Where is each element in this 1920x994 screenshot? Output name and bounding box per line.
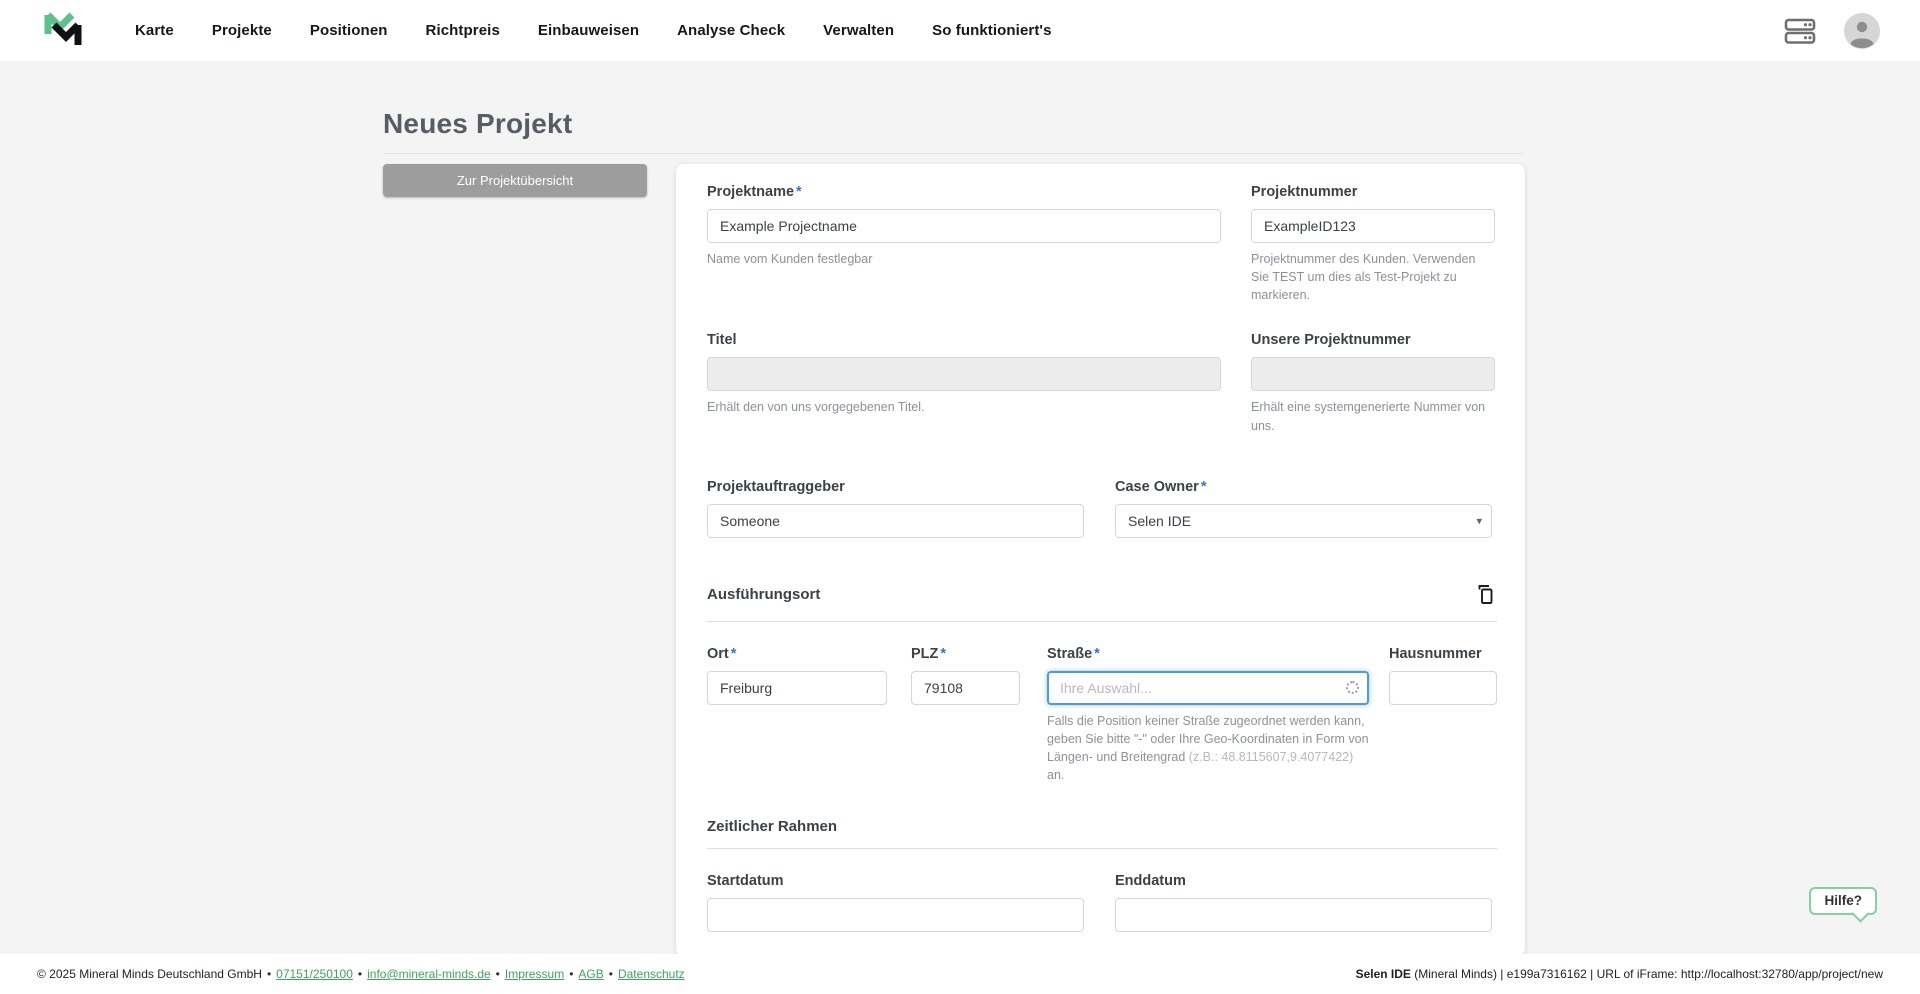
footer-separator: • — [358, 967, 362, 981]
nav-item-positionen[interactable]: Positionen — [310, 22, 388, 39]
footer-user: Selen IDE — [1356, 967, 1411, 981]
topbar-right — [1780, 13, 1880, 49]
strasse-label: Straße* — [1047, 646, 1369, 662]
enddatum-label: Enddatum — [1115, 873, 1492, 889]
projektname-helper: Name vom Kunden festlegbar — [707, 250, 1221, 268]
ausfuehrungsort-divider — [707, 621, 1497, 622]
projektauftraggeber-input[interactable] — [707, 504, 1084, 538]
unsere-projektnummer-helper: Erhält eine systemgenerierte Nummer von … — [1251, 398, 1495, 434]
footer-session-info: Selen IDE (Mineral Minds) | e199a7316162… — [1356, 967, 1883, 981]
ort-label: Ort* — [707, 646, 887, 662]
unsere-projektnummer-label: Unsere Projektnummer — [1251, 332, 1495, 348]
ort-input[interactable] — [707, 671, 887, 705]
footer-copyright: © 2025 Mineral Minds Deutschland GmbH — [37, 967, 262, 981]
hausnummer-input[interactable] — [1389, 671, 1497, 705]
footer-link-info-mineral-minds-de[interactable]: info@mineral-minds.de — [367, 967, 491, 981]
startdatum-label: Startdatum — [707, 873, 1084, 889]
project-overview-button[interactable]: Zur Projektübersicht — [383, 164, 647, 197]
nav-item-analyse-check[interactable]: Analyse Check — [677, 22, 785, 39]
enddatum-input[interactable] — [1115, 898, 1492, 932]
projektnummer-input[interactable] — [1251, 209, 1495, 243]
nav-item-verwalten[interactable]: Verwalten — [823, 22, 894, 39]
mineral-minds-logo-icon[interactable] — [37, 6, 87, 56]
copy-icon[interactable] — [1473, 582, 1497, 608]
strasse-input[interactable] — [1047, 671, 1369, 705]
projektnummer-label: Projektnummer — [1251, 184, 1495, 200]
chevron-down-icon: ▾ — [1476, 514, 1482, 527]
plz-input[interactable] — [911, 671, 1020, 705]
footer-separator: • — [496, 967, 500, 981]
main-nav: Karte Projekte Positionen Richtpreis Einbauw… — [135, 22, 1052, 39]
zeitlicher-rahmen-divider — [707, 848, 1497, 849]
titel-input — [707, 357, 1221, 391]
footer-link-07151-250100[interactable]: 07151/250100 — [276, 967, 353, 981]
required-asterisk: * — [940, 646, 946, 662]
strasse-helper: Falls die Position keiner Straße zugeord… — [1047, 712, 1369, 785]
titel-helper: Erhält den von uns vorgegebenen Titel. — [707, 398, 1221, 416]
loading-spinner-icon — [1346, 681, 1359, 694]
left-column: Zur Projektübersicht — [383, 164, 647, 197]
unsere-projektnummer-input — [1251, 357, 1495, 391]
footer-separator: • — [569, 967, 573, 981]
projektname-label: Projektname* — [707, 184, 1221, 200]
footer: © 2025 Mineral Minds Deutschland GmbH • 07… — [0, 954, 1920, 994]
ausfuehrungsort-heading: Ausführungsort — [707, 586, 820, 603]
server-icon[interactable] — [1780, 14, 1820, 48]
required-asterisk: * — [1094, 646, 1100, 662]
projektauftraggeber-label: Projektauftraggeber — [707, 479, 1084, 495]
footer-separator: • — [609, 967, 613, 981]
nav-item-karte[interactable]: Karte — [135, 22, 174, 39]
case-owner-label: Case Owner* — [1115, 479, 1492, 495]
projektnummer-helper: Projektnummer des Kunden. Verwenden Sie … — [1251, 250, 1495, 304]
user-avatar-icon[interactable] — [1844, 13, 1880, 49]
nav-item-so-funktioniert-s[interactable]: So funktioniert's — [932, 22, 1051, 39]
projektname-input[interactable] — [707, 209, 1221, 243]
nav-item-projekte[interactable]: Projekte — [212, 22, 272, 39]
startdatum-input[interactable] — [707, 898, 1084, 932]
top-bar: Karte Projekte Positionen Richtpreis Einbauw… — [0, 0, 1920, 61]
case-owner-select[interactable]: Selen IDE ▾ — [1115, 504, 1492, 538]
required-asterisk: * — [731, 646, 737, 662]
hausnummer-label: Hausnummer — [1389, 646, 1497, 662]
footer-separator: • — [267, 967, 271, 981]
required-asterisk: * — [796, 184, 802, 200]
project-form-card: Projektname* Name vom Kunden festlegbar … — [676, 164, 1525, 956]
nav-item-richtpreis[interactable]: Richtpreis — [426, 22, 500, 39]
plz-label: PLZ* — [911, 646, 1020, 662]
footer-link-agb[interactable]: AGB — [578, 967, 603, 981]
title-divider — [383, 153, 1523, 154]
footer-link-datenschutz[interactable]: Datenschutz — [618, 967, 685, 981]
nav-item-einbauweisen[interactable]: Einbauweisen — [538, 22, 639, 39]
footer-link-impressum[interactable]: Impressum — [505, 967, 564, 981]
footer-left: © 2025 Mineral Minds Deutschland GmbH • 07… — [37, 967, 685, 981]
required-asterisk: * — [1201, 479, 1207, 495]
page-title: Neues Projekt — [383, 108, 1523, 140]
zeitlicher-rahmen-heading: Zeitlicher Rahmen — [707, 818, 1497, 835]
titel-label: Titel — [707, 332, 1221, 348]
case-owner-value: Selen IDE — [1128, 513, 1191, 529]
page-content: Neues Projekt Zur Projektübersicht Proje… — [383, 61, 1523, 994]
help-button[interactable]: Hilfe? — [1809, 887, 1877, 915]
